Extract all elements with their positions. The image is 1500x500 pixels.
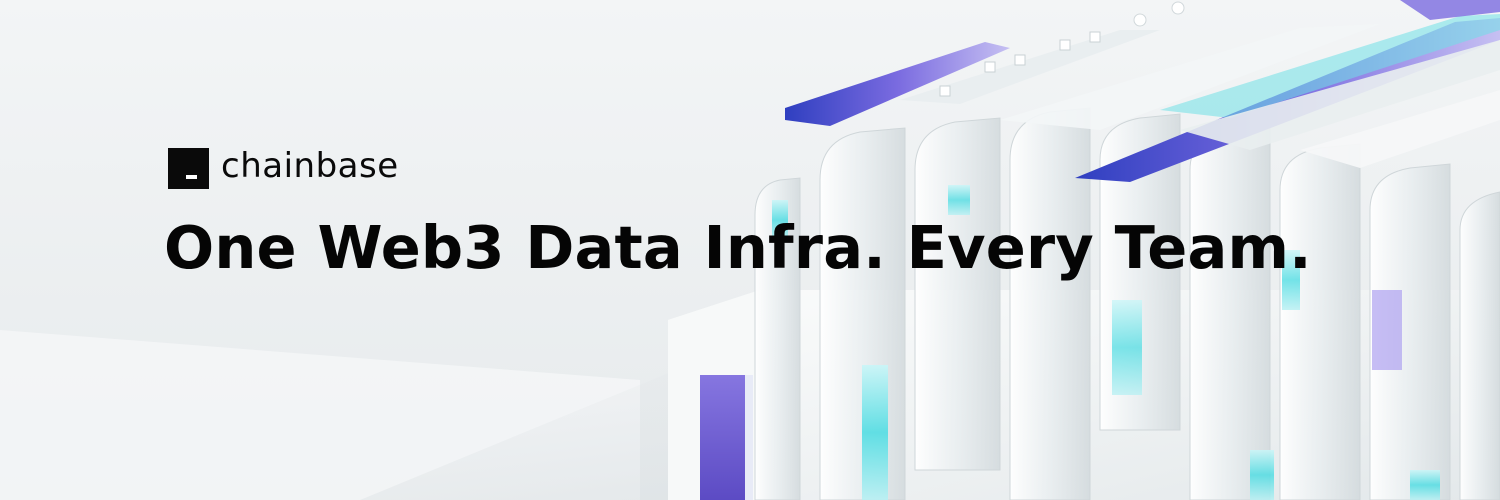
brand-logo[interactable]: chainbase — [168, 147, 399, 189]
hero-banner: chainbase One Web3 Data Infra. Every Tea… — [0, 0, 1500, 500]
chainbase-logo-icon — [168, 147, 209, 189]
headline: One Web3 Data Infra. Every Team. — [164, 213, 1312, 282]
brand-name: chainbase — [221, 146, 399, 186]
